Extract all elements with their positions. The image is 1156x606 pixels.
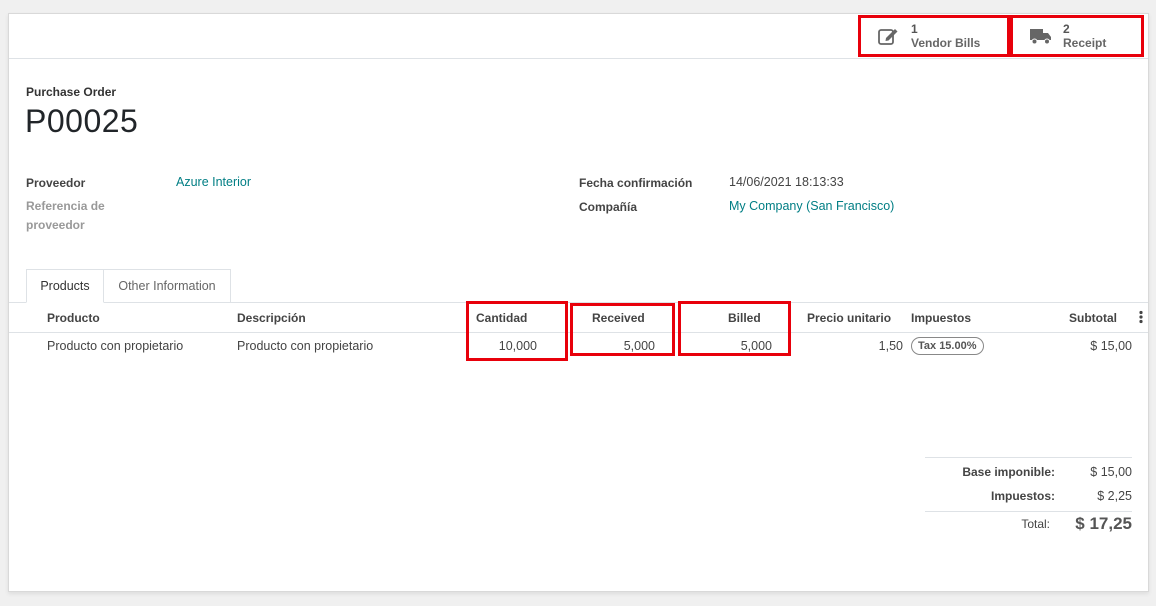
vendor-bills-count: 1 <box>911 22 918 36</box>
cell-product: Producto con propietario <box>47 339 184 353</box>
document-type: Purchase Order <box>26 85 117 99</box>
column-header-taxes[interactable]: Impuestos <box>911 311 971 325</box>
vendor-field[interactable]: Azure Interior <box>176 175 251 189</box>
column-header-unit-price[interactable]: Precio unitario <box>807 311 891 325</box>
company-field[interactable]: My Company (San Francisco) <box>729 199 894 213</box>
highlight-received-column <box>570 303 675 356</box>
vendor-reference-label: Referencia de proveedor <box>26 199 105 232</box>
truck-icon <box>1029 24 1053 48</box>
cell-unit-price: 1,50 <box>878 339 903 353</box>
notebook-tabs: Products Other Information <box>9 269 1148 303</box>
cell-description: Producto con propietario <box>237 339 374 353</box>
highlight-quantity-column <box>466 301 568 361</box>
button-box: 1 Vendor Bills 2 Receipt <box>9 14 1148 59</box>
vendor-label: Proveedor <box>26 176 86 190</box>
totals-divider <box>925 511 1132 512</box>
vendor-bills-button[interactable]: 1 Vendor Bills <box>858 15 1010 57</box>
receipt-button[interactable]: 2 Receipt <box>1010 15 1144 57</box>
highlight-billed-column <box>678 301 791 356</box>
total-value: $ 17,25 <box>1075 514 1132 533</box>
taxes-amount-value: $ 2,25 <box>1097 489 1132 503</box>
tax-badge: Tax 15.00% <box>911 337 984 355</box>
confirmation-date-label: Fecha confirmación <box>579 176 693 190</box>
company-label: Compañía <box>579 200 638 214</box>
receipt-count: 2 <box>1063 22 1070 36</box>
column-header-product[interactable]: Producto <box>47 311 100 325</box>
column-header-subtotal[interactable]: Subtotal <box>1069 311 1117 325</box>
tab-products[interactable]: Products <box>26 269 104 303</box>
untaxed-amount-label: Base imponible: <box>962 465 1055 479</box>
form-sheet: 1 Vendor Bills 2 Receipt Purchase Order … <box>8 13 1149 592</box>
document-name: P00025 <box>25 103 139 139</box>
confirmation-date-field[interactable]: 14/06/2021 18:13:33 <box>729 175 844 189</box>
pencil-square-icon <box>877 24 901 48</box>
optional-columns-icon[interactable] <box>1137 310 1145 324</box>
tab-other-information[interactable]: Other Information <box>104 269 231 302</box>
totals-top-divider <box>925 457 1132 458</box>
column-header-description[interactable]: Descripción <box>237 311 306 325</box>
untaxed-amount-value: $ 15,00 <box>1090 465 1132 479</box>
vendor-bills-label: Vendor Bills <box>911 36 981 50</box>
taxes-amount-label: Impuestos: <box>990 489 1055 503</box>
receipt-label: Receipt <box>1063 36 1107 50</box>
cell-subtotal: $ 15,00 <box>1090 339 1132 353</box>
total-label: Total: <box>1021 517 1050 531</box>
